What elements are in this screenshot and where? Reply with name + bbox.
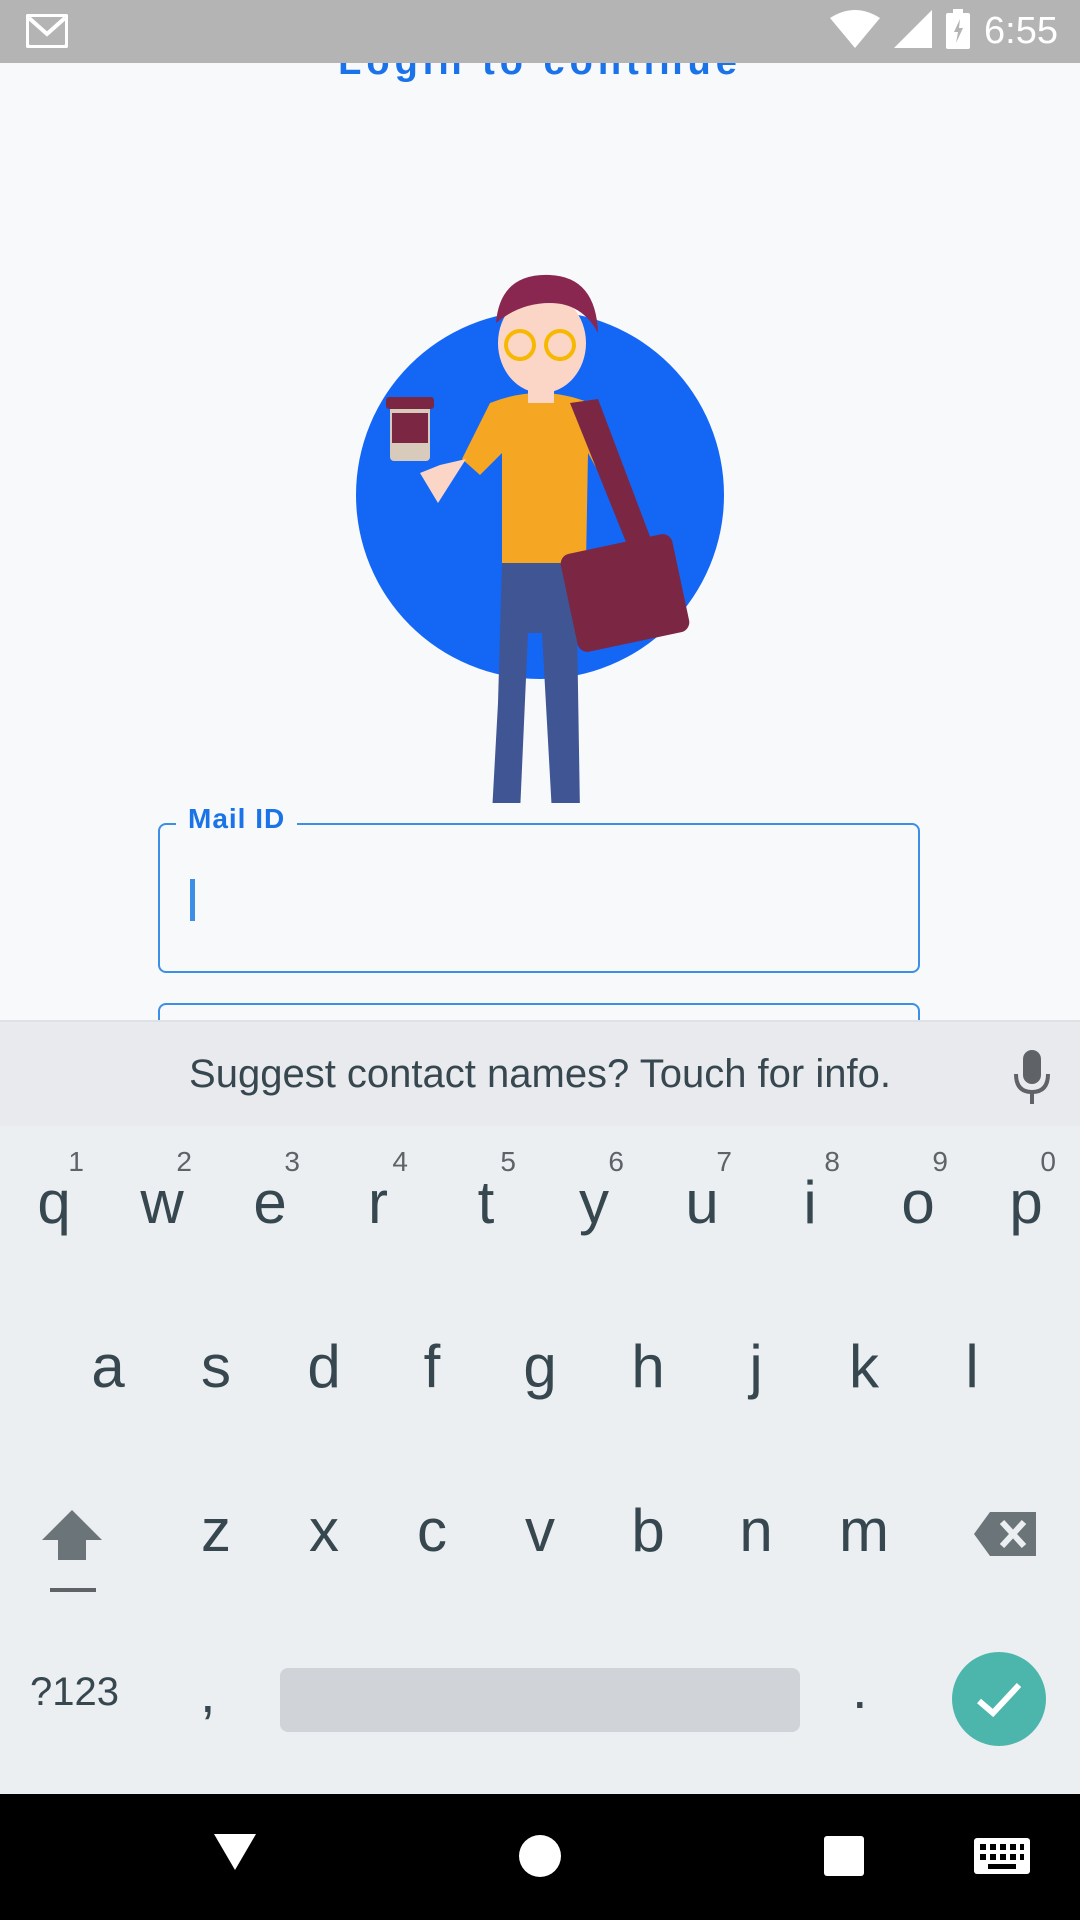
key-v[interactable]: v bbox=[508, 1496, 572, 1566]
key-i[interactable]: 8i bbox=[778, 1146, 842, 1238]
key-l[interactable]: l bbox=[940, 1332, 1004, 1402]
key-x[interactable]: x bbox=[292, 1496, 356, 1566]
suggestion-strip[interactable]: Suggest contact names? Touch for info. bbox=[0, 1020, 1080, 1126]
key-r[interactable]: 4r bbox=[346, 1146, 410, 1238]
space-bar[interactable] bbox=[280, 1668, 800, 1732]
key-k[interactable]: k bbox=[832, 1332, 896, 1402]
recents-icon[interactable] bbox=[824, 1836, 864, 1881]
mail-id-input[interactable] bbox=[188, 855, 892, 937]
key-o[interactable]: 9o bbox=[886, 1146, 950, 1238]
key-f[interactable]: f bbox=[400, 1332, 464, 1402]
battery-icon bbox=[946, 8, 971, 54]
login-screen: Login to continue Mail ID bbox=[0, 63, 1080, 1020]
person-illustration bbox=[356, 274, 724, 803]
symbols-key[interactable]: ?123 bbox=[30, 1670, 119, 1715]
back-icon[interactable] bbox=[212, 1832, 258, 1877]
key-u[interactable]: 7u bbox=[670, 1146, 734, 1238]
check-icon bbox=[977, 1682, 1022, 1718]
status-bar: 6:55 bbox=[0, 0, 1080, 63]
key-d[interactable]: d bbox=[292, 1332, 356, 1402]
key-s[interactable]: s bbox=[184, 1332, 248, 1402]
key-m[interactable]: m bbox=[832, 1496, 896, 1566]
mic-icon[interactable] bbox=[1012, 1050, 1052, 1109]
soft-keyboard: Suggest contact names? Touch for info. 1… bbox=[0, 1020, 1080, 1794]
key-y[interactable]: 6y bbox=[562, 1146, 626, 1238]
suggestion-text[interactable]: Suggest contact names? Touch for info. bbox=[0, 1052, 1080, 1097]
keyboard-icon[interactable] bbox=[974, 1838, 1030, 1879]
status-time: 6:55 bbox=[984, 9, 1058, 52]
gmail-icon bbox=[25, 13, 69, 53]
key-j[interactable]: j bbox=[724, 1332, 788, 1402]
text-cursor bbox=[190, 879, 195, 921]
shift-icon[interactable] bbox=[40, 1508, 104, 1567]
key-t[interactable]: 5t bbox=[454, 1146, 518, 1238]
backspace-icon[interactable] bbox=[972, 1510, 1038, 1563]
comma-key[interactable]: , bbox=[200, 1660, 216, 1725]
enter-button[interactable] bbox=[952, 1652, 1046, 1746]
key-n[interactable]: n bbox=[724, 1496, 788, 1566]
home-icon[interactable] bbox=[518, 1834, 562, 1883]
key-g[interactable]: g bbox=[508, 1332, 572, 1402]
mail-id-field[interactable]: Mail ID bbox=[158, 803, 920, 973]
navigation-bar bbox=[0, 1794, 1080, 1920]
page-title: Login to continue bbox=[0, 63, 1080, 84]
key-z[interactable]: z bbox=[184, 1496, 248, 1566]
key-c[interactable]: c bbox=[400, 1496, 464, 1566]
signal-icon bbox=[894, 9, 933, 53]
key-e[interactable]: 3e bbox=[238, 1146, 302, 1238]
key-a[interactable]: a bbox=[76, 1332, 140, 1402]
period-key[interactable]: . bbox=[852, 1656, 868, 1721]
key-p[interactable]: 0p bbox=[994, 1146, 1058, 1238]
key-h[interactable]: h bbox=[616, 1332, 680, 1402]
wifi-icon bbox=[830, 9, 881, 53]
shift-indicator bbox=[50, 1588, 96, 1592]
key-w[interactable]: 2w bbox=[130, 1146, 194, 1238]
key-q[interactable]: 1q bbox=[22, 1146, 86, 1238]
password-field[interactable] bbox=[158, 1003, 920, 1020]
key-b[interactable]: b bbox=[616, 1496, 680, 1566]
mail-id-label: Mail ID bbox=[176, 803, 298, 835]
